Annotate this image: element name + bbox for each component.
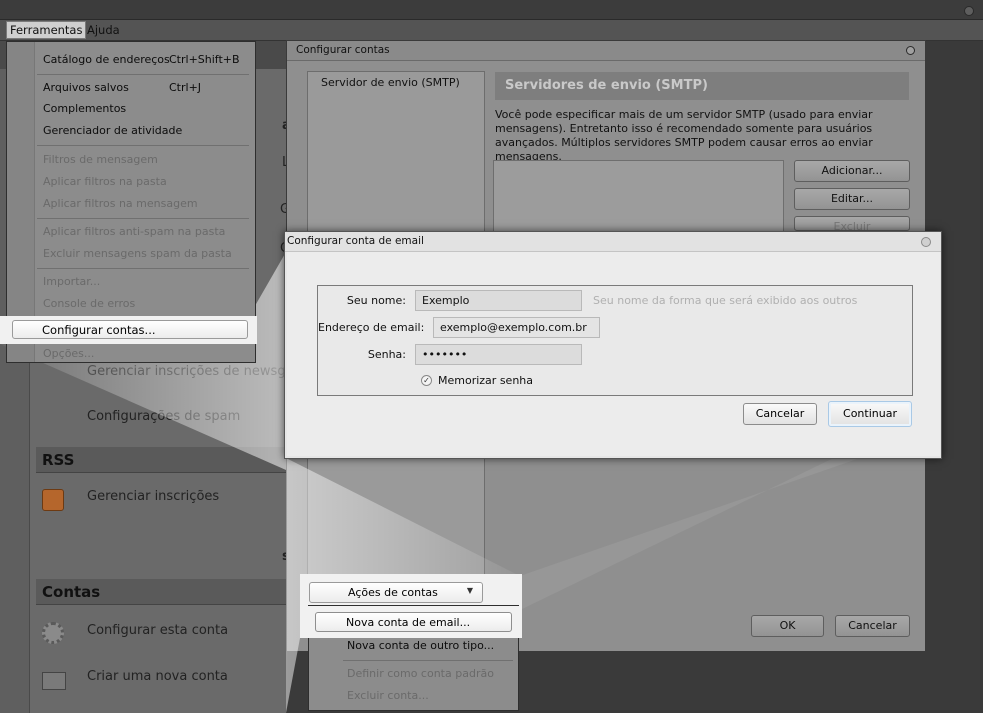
spam-settings-link[interactable]: Configurações de spam	[87, 409, 240, 424]
menu-separator	[37, 268, 249, 269]
accounts-window-title: Configurar contas	[296, 44, 390, 56]
menu-item-set-default: Definir como conta padrão	[347, 667, 494, 680]
rss-icon	[42, 489, 64, 511]
add-smtp-button[interactable]: Adicionar...	[794, 160, 910, 182]
new-account-icon	[42, 672, 66, 690]
menu-item-import: Importar...	[43, 275, 101, 288]
menu-separator	[343, 660, 513, 661]
menu-separator	[37, 74, 249, 75]
menu-item-apply-filters-folder: Aplicar filtros na pasta	[43, 175, 167, 188]
account-actions-button[interactable]: Ações de contas ▼	[309, 582, 483, 603]
menu-item-address-book[interactable]: Catálogo de endereços	[43, 53, 170, 66]
smtp-tree-item[interactable]: Servidor de envio (SMTP)	[321, 76, 460, 89]
smtp-header-title: Servidores de envio (SMTP)	[505, 78, 708, 93]
rss-section-header: RSS	[36, 447, 286, 473]
tools-menu: Catálogo de endereços Ctrl+Shift+B Arqui…	[6, 41, 256, 363]
cancel-accounts-button[interactable]: Cancelar	[835, 615, 910, 637]
menu-ferramentas[interactable]: Ferramentas	[6, 21, 87, 39]
ok-label: OK	[779, 619, 796, 632]
window-titlebar	[0, 0, 983, 20]
close-icon[interactable]	[906, 46, 915, 55]
configure-account-link[interactable]: Configurar esta conta	[87, 623, 228, 638]
cancel-button[interactable]: Cancelar	[743, 403, 817, 425]
menu-item-junk-filters: Aplicar filtros anti-spam na pasta	[43, 225, 226, 238]
remember-password-label: Memorizar senha	[438, 374, 533, 387]
chevron-down-icon: ▼	[466, 586, 473, 595]
rss-manage-link[interactable]: Gerenciar inscrições	[87, 489, 219, 504]
ok-button[interactable]: OK	[751, 615, 824, 637]
menu-item-saved-files[interactable]: Arquivos salvos	[43, 81, 129, 94]
continue-label: Continuar	[843, 407, 897, 420]
account-actions-label: Ações de contas	[348, 586, 438, 599]
edit-smtp-button[interactable]: Editar...	[794, 188, 910, 210]
shortcut-saved-files: Ctrl+J	[169, 81, 202, 94]
menu-item-delete-account: Excluir conta...	[347, 689, 429, 702]
new-email-account-label: Nova conta de email...	[346, 616, 471, 629]
contas-section-header: Contas	[36, 579, 286, 605]
password-label: Senha:	[367, 348, 406, 361]
menu-item-delete-junk: Excluir mensagens spam da pasta	[43, 247, 232, 260]
cancel-label: Cancelar	[755, 407, 805, 420]
shortcut-address-book: Ctrl+Shift+B	[169, 53, 240, 66]
account-settings-label: Configurar contas...	[42, 323, 156, 337]
menu-item-apply-filters-message: Aplicar filtros na mensagem	[43, 197, 198, 210]
new-account-link[interactable]: Criar uma nova conta	[87, 669, 228, 684]
menu-ajuda[interactable]: Ajuda	[84, 23, 123, 37]
smtp-description: Você pode especificar mais de um servido…	[495, 108, 873, 163]
add-smtp-label: Adicionar...	[821, 164, 883, 177]
email-field[interactable]	[433, 317, 600, 338]
remember-password-checkbox[interactable]: ✓	[421, 375, 432, 386]
menu-ajuda-label: Ajuda	[87, 23, 120, 37]
name-field[interactable]	[415, 290, 582, 311]
continue-button[interactable]: Continuar	[828, 401, 912, 427]
delete-smtp-button[interactable]: Excluir	[794, 216, 910, 231]
rss-section-title: RSS	[42, 451, 75, 469]
menu-item-activity-manager[interactable]: Gerenciador de atividade	[43, 124, 182, 137]
menu-icon-column	[7, 42, 35, 362]
menu-item-message-filters: Filtros de mensagem	[43, 153, 158, 166]
gear-icon	[42, 622, 64, 644]
contas-section-title: Contas	[42, 583, 101, 601]
accounts-window-titlebar: Configurar contas	[287, 41, 925, 61]
menu-item-options: Opções...	[43, 347, 95, 360]
menu-ferramentas-label: Ferramentas	[10, 23, 83, 37]
name-label: Seu nome:	[346, 294, 406, 307]
smtp-header: Servidores de envio (SMTP)	[495, 72, 909, 100]
menu-item-addons[interactable]: Complementos	[43, 102, 126, 115]
menu-separator	[37, 218, 249, 219]
name-hint: Seu nome da forma que será exibido aos o…	[593, 294, 858, 307]
cancel-accounts-label: Cancelar	[848, 619, 897, 632]
delete-smtp-label: Excluir	[833, 220, 871, 231]
password-field[interactable]	[415, 344, 582, 365]
email-dialog-title: Configurar conta de email	[287, 235, 424, 247]
newsgroup-link[interactable]: Gerenciar inscrições de newsgr	[87, 364, 291, 379]
menu-item-new-other-account[interactable]: Nova conta de outro tipo...	[347, 639, 494, 652]
menu-item-error-console: Console de erros	[43, 297, 136, 310]
close-icon[interactable]	[921, 237, 931, 247]
menu-item-new-email-account[interactable]: Nova conta de email...	[315, 612, 512, 632]
email-label: Endereço de email:	[318, 321, 425, 334]
window-close-icon[interactable]	[964, 6, 974, 16]
email-dialog-titlebar: Configurar conta de email	[285, 232, 941, 252]
menu-item-account-settings[interactable]: Configurar contas...	[12, 320, 248, 339]
edit-smtp-label: Editar...	[830, 192, 874, 205]
menu-separator	[37, 145, 249, 146]
menubar: Ferramentas Ajuda	[0, 20, 983, 41]
